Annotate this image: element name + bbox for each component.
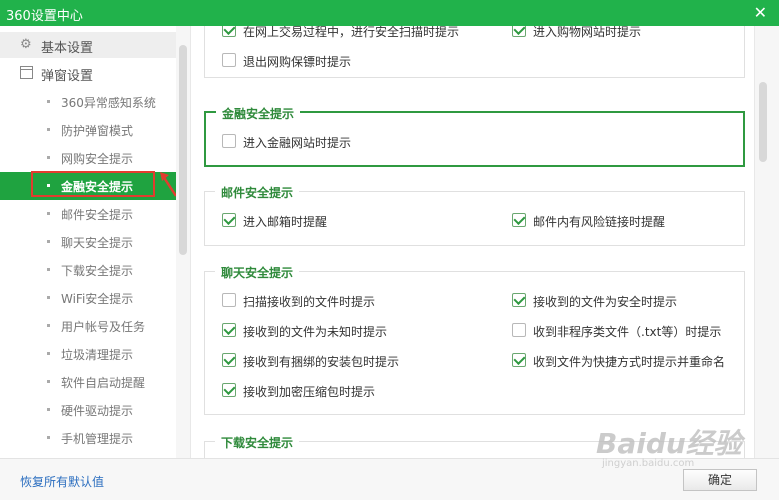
- checkbox-label: 邮件内有风险链接时提醒: [533, 215, 666, 229]
- bullet-icon: [47, 156, 50, 159]
- sidebar-item-download[interactable]: 下载安全提示: [0, 256, 176, 284]
- sidebar-item-label: 360异常感知系统: [61, 96, 156, 110]
- checkbox-box[interactable]: [512, 293, 526, 307]
- checkbox-box[interactable]: [222, 26, 236, 37]
- group-chat: 聊天安全提示 扫描接收到的文件时提示 接收到的文件为安全时提示 接收到的文件为未…: [204, 264, 745, 415]
- group-title: 邮件安全提示: [215, 184, 300, 201]
- window-title: 360设置中心: [6, 9, 83, 24]
- sidebar-item-mobile[interactable]: 手机管理提示: [0, 424, 176, 452]
- sidebar-item-autostart[interactable]: 软件自启动提醒: [0, 368, 176, 396]
- checkbox-label: 收到文件为快捷方式时提示并重命名: [533, 355, 726, 369]
- ok-button[interactable]: 确定: [683, 469, 757, 491]
- sidebar-scrollbar[interactable]: [176, 26, 191, 458]
- sidebar-item-label: WiFi安全提示: [61, 292, 134, 306]
- sidebar-item-label: 防护弹窗模式: [61, 124, 134, 138]
- checkbox-label: 进入购物网站时提示: [533, 26, 642, 39]
- group-shopping-partial: 在网上交易过程中，进行安全扫描时提示 进入购物网站时提示 退出网购保镖时提示: [204, 26, 745, 78]
- sidebar-item-driver[interactable]: 硬件驱动提示: [0, 396, 176, 424]
- window-icon: [20, 66, 34, 80]
- sidebar-category-label: 弹窗设置: [41, 69, 94, 84]
- sidebar-item-label: 用户帐号及任务: [61, 320, 146, 334]
- sidebar: ⚙ 基本设置 弹窗设置 360异常感知系统 防护弹窗模式 网购安全提示 金融安全…: [0, 26, 176, 458]
- checkbox-label: 接收到加密压缩包时提示: [243, 385, 376, 399]
- watermark-url: jingyan.baidu.com: [602, 458, 695, 469]
- gear-icon: ⚙: [20, 37, 32, 52]
- group-title: 下载安全提示: [215, 434, 300, 451]
- checkbox-label: 接收到的文件为未知时提示: [243, 325, 388, 339]
- sidebar-item-label: 垃圾清理提示: [61, 348, 134, 362]
- checkbox-box[interactable]: [512, 353, 526, 367]
- watermark-logo: Baidu经验: [596, 427, 742, 460]
- sidebar-item-label: 网购安全提示: [61, 152, 134, 166]
- sidebar-item-cleanup[interactable]: 垃圾清理提示: [0, 340, 176, 368]
- checkbox-box[interactable]: [222, 383, 236, 397]
- sidebar-item-popup-mode[interactable]: 防护弹窗模式: [0, 116, 176, 144]
- bullet-icon: [47, 268, 50, 271]
- sidebar-category-popup[interactable]: 弹窗设置: [0, 60, 176, 86]
- sidebar-item-shopping[interactable]: 网购安全提示: [0, 144, 176, 172]
- sidebar-item-mail[interactable]: 邮件安全提示: [0, 200, 176, 228]
- group-title: 聊天安全提示: [215, 264, 300, 281]
- checkbox-label: 接收到有捆绑的安装包时提示: [243, 355, 400, 369]
- checkbox-label: 进入金融网站时提示: [243, 136, 352, 150]
- bullet-icon: [47, 212, 50, 215]
- sidebar-item-anomaly[interactable]: 360异常感知系统: [0, 88, 176, 116]
- settings-window: 360设置中心 ✕ ⚙ 基本设置 弹窗设置 360异常感知系统 防护弹窗模式 网…: [0, 0, 779, 500]
- restore-defaults-link[interactable]: 恢复所有默认值: [20, 473, 104, 490]
- sidebar-scrollbar-thumb[interactable]: [179, 45, 187, 255]
- sidebar-category-basic[interactable]: ⚙ 基本设置: [0, 32, 176, 58]
- sidebar-item-label: 手机管理提示: [61, 432, 134, 446]
- sidebar-item-label: 软件自启动提醒: [61, 376, 146, 390]
- sidebar-item-wifi[interactable]: WiFi安全提示: [0, 284, 176, 312]
- highlight-annotation-box: [31, 171, 155, 197]
- bullet-icon: [47, 352, 50, 355]
- sidebar-item-label: 硬件驱动提示: [61, 404, 134, 418]
- group-finance: 金融安全提示 进入金融网站时提示: [204, 105, 745, 167]
- red-arrow-icon: [160, 172, 176, 197]
- bullet-icon: [47, 408, 50, 411]
- group-mail: 邮件安全提示 进入邮箱时提醒 邮件内有风险链接时提醒: [204, 184, 745, 246]
- bullet-icon: [47, 128, 50, 131]
- checkbox-box[interactable]: [222, 213, 236, 227]
- bullet-icon: [47, 380, 50, 383]
- checkbox-box[interactable]: [222, 323, 236, 337]
- settings-content: 在网上交易过程中，进行安全扫描时提示 进入购物网站时提示 退出网购保镖时提示 金…: [191, 26, 754, 458]
- close-icon[interactable]: ✕: [754, 3, 767, 22]
- sidebar-item-account[interactable]: 用户帐号及任务: [0, 312, 176, 340]
- checkbox-label: 收到非程序类文件（.txt等）时提示: [533, 325, 722, 339]
- checkbox-box[interactable]: [512, 26, 526, 37]
- bullet-icon: [47, 436, 50, 439]
- bullet-icon: [47, 324, 50, 327]
- checkbox-box[interactable]: [222, 293, 236, 307]
- content-scrollbar-thumb[interactable]: [759, 82, 767, 162]
- checkbox-label: 退出网购保镖时提示: [243, 55, 352, 69]
- checkbox-label: 扫描接收到的文件时提示: [243, 295, 376, 309]
- sidebar-item-label: 邮件安全提示: [61, 208, 134, 222]
- checkbox-box[interactable]: [222, 53, 236, 67]
- sidebar-item-label: 下载安全提示: [61, 264, 134, 278]
- checkbox-label: 在网上交易过程中，进行安全扫描时提示: [243, 26, 460, 39]
- checkbox-box[interactable]: [222, 134, 236, 148]
- checkbox-box[interactable]: [512, 213, 526, 227]
- title-bar: 360设置中心 ✕: [0, 0, 779, 26]
- checkbox-box[interactable]: [512, 323, 526, 337]
- sidebar-category-label: 基本设置: [41, 41, 94, 56]
- bullet-icon: [47, 240, 50, 243]
- checkbox-box[interactable]: [222, 353, 236, 367]
- sidebar-item-chat[interactable]: 聊天安全提示: [0, 228, 176, 256]
- sidebar-item-label: 聊天安全提示: [61, 236, 134, 250]
- bullet-icon: [47, 296, 50, 299]
- checkbox-label: 接收到的文件为安全时提示: [533, 295, 678, 309]
- bullet-icon: [47, 100, 50, 103]
- checkbox-label: 进入邮箱时提醒: [243, 215, 328, 229]
- group-title: 金融安全提示: [216, 105, 301, 122]
- content-scrollbar[interactable]: [754, 26, 779, 458]
